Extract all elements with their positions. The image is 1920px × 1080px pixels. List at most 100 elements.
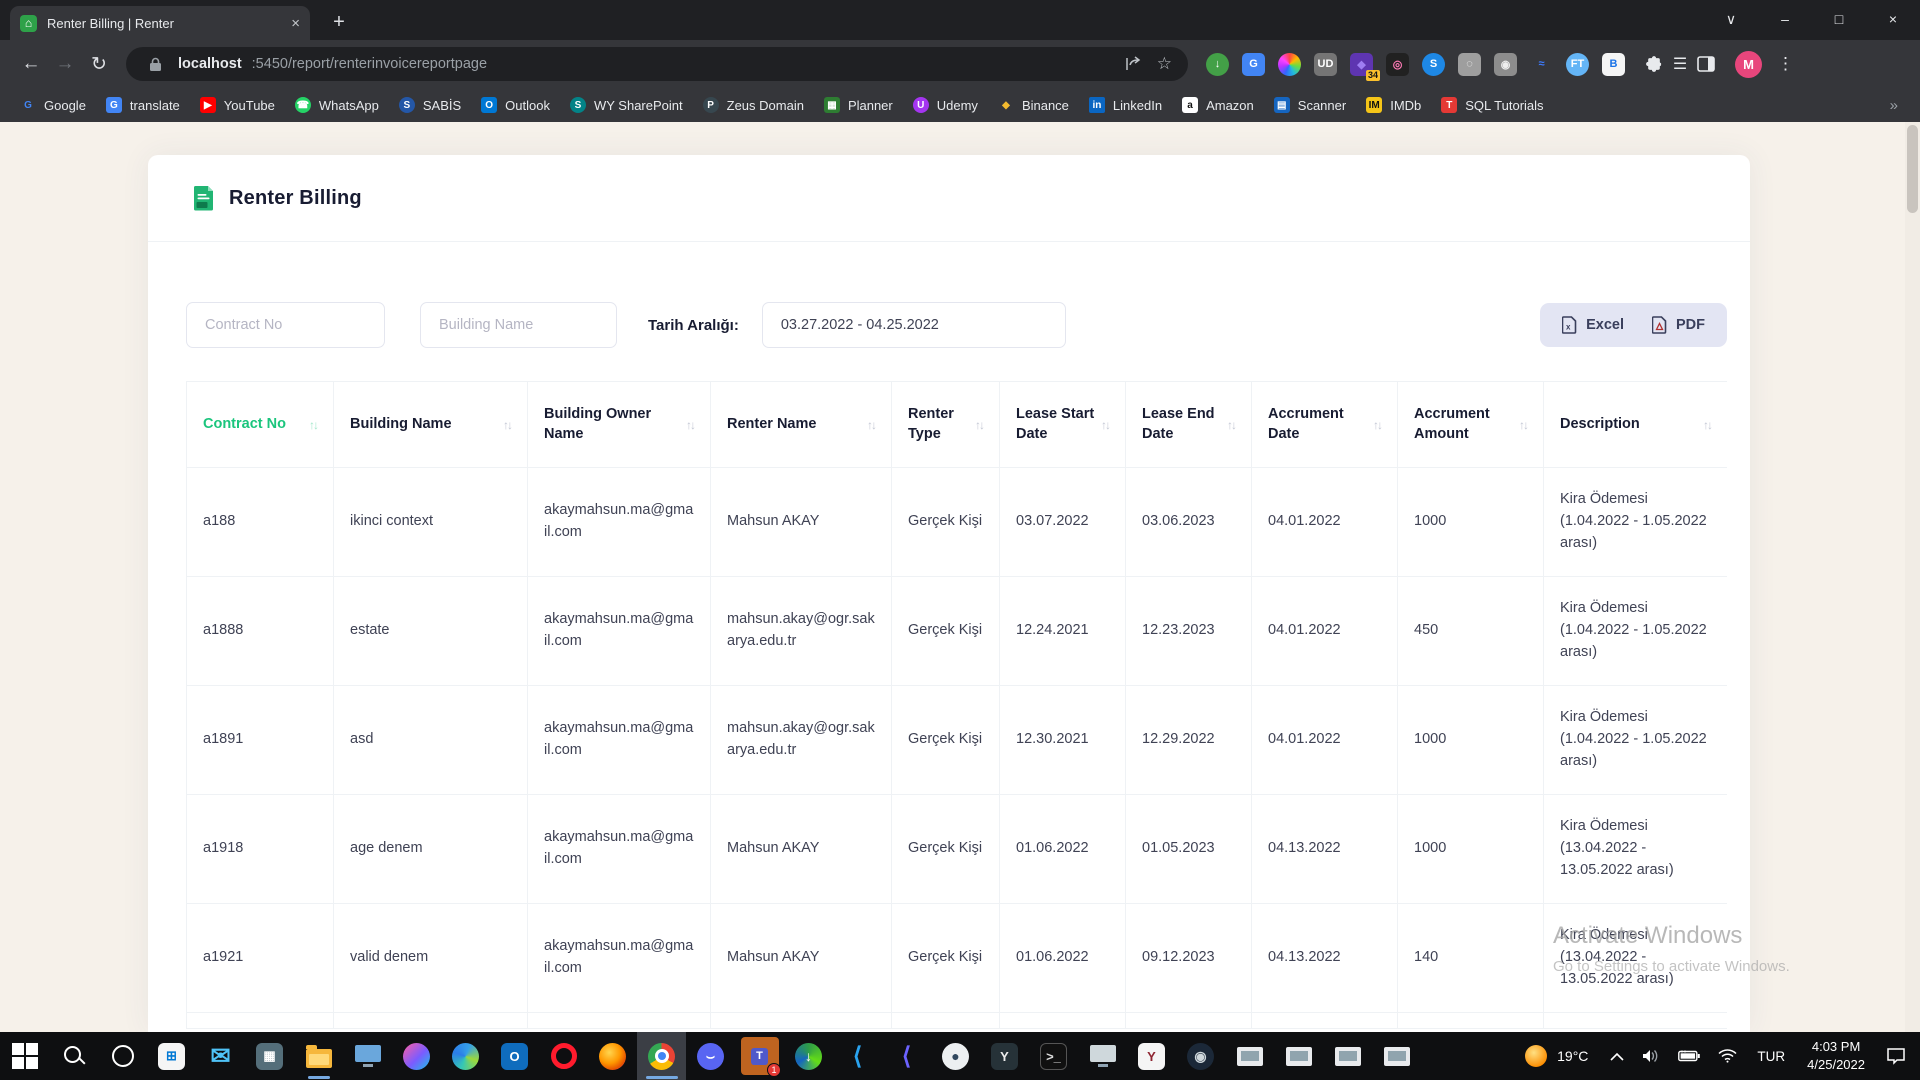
taskbar-window-app-4-icon[interactable] — [1372, 1032, 1421, 1080]
taskbar-window-app-1-icon[interactable] — [1225, 1032, 1274, 1080]
new-tab-button[interactable]: + — [326, 9, 352, 35]
column-header-building-name[interactable]: Building Name↑↓ — [334, 382, 528, 468]
taskbar-app-light-tile-icon[interactable]: Y — [1127, 1032, 1176, 1080]
bookmark-udemy[interactable]: UUdemy — [905, 94, 986, 116]
extension-purple-docs-icon[interactable]: ◆34 — [1350, 53, 1373, 76]
sort-arrows-icon[interactable]: ↑↓ — [1373, 418, 1381, 432]
column-header-renter-type[interactable]: Renter Type↑↓ — [892, 382, 1000, 468]
taskbar-discord-icon[interactable]: ⌣ — [686, 1032, 735, 1080]
bookmark-imdb[interactable]: IMIMDb — [1358, 94, 1429, 116]
extension-color-wheel-icon[interactable] — [1278, 53, 1301, 76]
pdf-button[interactable]: PDF — [1652, 316, 1705, 334]
column-header-renter-name[interactable]: Renter Name↑↓ — [711, 382, 892, 468]
taskbar-firefox-icon[interactable] — [588, 1032, 637, 1080]
bookmark-translate[interactable]: Gtranslate — [98, 94, 188, 116]
bookmark-zeus-domain[interactable]: PZeus Domain — [695, 94, 812, 116]
extension-idm-icon[interactable]: ↓ — [1206, 53, 1229, 76]
taskbar-search-icon[interactable] — [49, 1032, 98, 1080]
column-header-lease-start-date[interactable]: Lease Start Date↑↓ — [1000, 382, 1126, 468]
taskbar-window-app-2-icon[interactable] — [1274, 1032, 1323, 1080]
taskbar-edge-icon[interactable] — [441, 1032, 490, 1080]
taskbar-window-app-3-icon[interactable] — [1323, 1032, 1372, 1080]
action-center-icon[interactable] — [1876, 1047, 1920, 1065]
contract-no-input[interactable] — [186, 302, 385, 348]
extension-camera-icon[interactable]: ◎ — [1386, 53, 1409, 76]
forward-icon[interactable]: → — [48, 47, 82, 81]
bookmarks-overflow-icon[interactable]: » — [1890, 97, 1898, 114]
column-header-contract-no[interactable]: Contract No↑↓ — [187, 382, 334, 468]
maximize-button[interactable]: □ — [1812, 0, 1866, 38]
side-panel-icon[interactable] — [1693, 56, 1719, 72]
taskbar-vscode-insiders-icon[interactable]: ⟨ — [882, 1032, 931, 1080]
bookmark-planner[interactable]: ▦Planner — [816, 94, 901, 116]
sort-arrows-icon[interactable]: ↑↓ — [975, 418, 983, 432]
bookmark-wy-sharepoint[interactable]: SWY SharePoint — [562, 94, 691, 116]
bookmark-youtube[interactable]: ▶YouTube — [192, 94, 283, 116]
url-bar[interactable]: localhost:5450/report/renterinvoicerepor… — [126, 47, 1188, 81]
menu-dots-icon[interactable]: ⋮ — [1777, 54, 1794, 74]
extension-shield-icon[interactable]: ◌ — [1458, 53, 1481, 76]
taskbar-idm-icon[interactable]: ↓ — [784, 1032, 833, 1080]
taskbar-cortana-icon[interactable] — [98, 1032, 147, 1080]
taskbar-store-icon[interactable]: ⊞ — [147, 1032, 196, 1080]
sort-arrows-icon[interactable]: ↑↓ — [867, 418, 875, 432]
column-header-lease-end-date[interactable]: Lease End Date↑↓ — [1126, 382, 1252, 468]
sort-arrows-icon[interactable]: ↑↓ — [686, 418, 694, 432]
tab-search-icon[interactable]: ∨ — [1704, 0, 1758, 38]
bookmark-binance[interactable]: ◆Binance — [990, 94, 1077, 116]
extension-wave-icon[interactable]: ≈ — [1530, 53, 1553, 76]
taskbar-app-dark-circle-icon[interactable]: ◉ — [1176, 1032, 1225, 1080]
extension-screen-capture-icon[interactable]: ◉ — [1494, 53, 1517, 76]
taskbar-app-dark-tile-icon[interactable]: Y — [980, 1032, 1029, 1080]
back-icon[interactable]: ← — [14, 47, 48, 81]
sort-arrows-icon[interactable]: ↑↓ — [1101, 418, 1109, 432]
tab-close-icon[interactable]: × — [291, 15, 300, 32]
sort-arrows-icon[interactable]: ↑↓ — [1519, 418, 1527, 432]
bookmark-sql-tutorials[interactable]: TSQL Tutorials — [1433, 94, 1551, 116]
extension-translate-icon[interactable]: G — [1242, 53, 1265, 76]
excel-button[interactable]: x Excel — [1562, 316, 1624, 334]
close-button[interactable]: × — [1866, 0, 1920, 38]
taskbar-terminal-icon[interactable]: >_ — [1029, 1032, 1078, 1080]
bookmark-scanner[interactable]: ▤Scanner — [1266, 94, 1354, 116]
sort-arrows-icon[interactable]: ↑↓ — [309, 418, 317, 432]
bookmark-outlook[interactable]: OOutlook — [473, 94, 558, 116]
bookmark-whatsapp[interactable]: ☎WhatsApp — [287, 94, 387, 116]
share-icon[interactable] — [1121, 56, 1147, 72]
sort-arrows-icon[interactable]: ↑↓ — [503, 418, 511, 432]
column-header-accrument-amount[interactable]: Accrument Amount↑↓ — [1398, 382, 1544, 468]
weather-widget[interactable]: 19°C — [1512, 1032, 1601, 1080]
taskbar-clock[interactable]: 4:03 PM 4/25/2022 — [1796, 1038, 1876, 1073]
bookmark-google[interactable]: GGoogle — [12, 94, 94, 116]
taskbar-opera-icon[interactable] — [539, 1032, 588, 1080]
sort-arrows-icon[interactable]: ↑↓ — [1703, 418, 1711, 432]
taskbar-teams-icon[interactable]: T1 — [735, 1032, 784, 1080]
taskbar-calculator-icon[interactable]: ▦ — [245, 1032, 294, 1080]
extension-bing-icon[interactable]: B — [1602, 53, 1625, 76]
date-range-input[interactable] — [762, 302, 1066, 348]
bookmark-amazon[interactable]: aAmazon — [1174, 94, 1262, 116]
column-header-accrument-date[interactable]: Accrument Date↑↓ — [1252, 382, 1398, 468]
taskbar-mail-icon[interactable]: ✉ — [196, 1032, 245, 1080]
taskbar-vscode-icon[interactable]: ⟨ — [833, 1032, 882, 1080]
taskbar-start-icon[interactable] — [0, 1032, 49, 1080]
extensions-puzzle-icon[interactable] — [1641, 54, 1667, 74]
bookmark-linkedin[interactable]: inLinkedIn — [1081, 94, 1170, 116]
taskbar-app-monitor-icon[interactable] — [1078, 1032, 1127, 1080]
column-header-description[interactable]: Description↑↓ — [1544, 382, 1728, 468]
taskbar-chrome-icon[interactable] — [637, 1032, 686, 1080]
minimize-button[interactable]: – — [1758, 0, 1812, 38]
language-indicator[interactable]: TUR — [1746, 1049, 1796, 1064]
extension-shazam-icon[interactable]: S — [1422, 53, 1445, 76]
taskbar-outlook-app-icon[interactable]: O — [490, 1032, 539, 1080]
refresh-icon[interactable]: ↻ — [82, 47, 116, 81]
building-name-input[interactable] — [420, 302, 617, 348]
bookmark-star-icon[interactable]: ☆ — [1157, 54, 1172, 74]
column-header-building-owner-name[interactable]: Building Owner Name↑↓ — [528, 382, 711, 468]
extension-ft-icon[interactable]: FT — [1566, 53, 1589, 76]
tray-chevron-icon[interactable] — [1601, 1052, 1633, 1061]
speaker-icon[interactable] — [1633, 1049, 1669, 1063]
taskbar-paint3d-icon[interactable] — [392, 1032, 441, 1080]
scrollbar-thumb[interactable] — [1907, 125, 1918, 213]
bookmark-sabi-s[interactable]: SSABİS — [391, 94, 469, 116]
